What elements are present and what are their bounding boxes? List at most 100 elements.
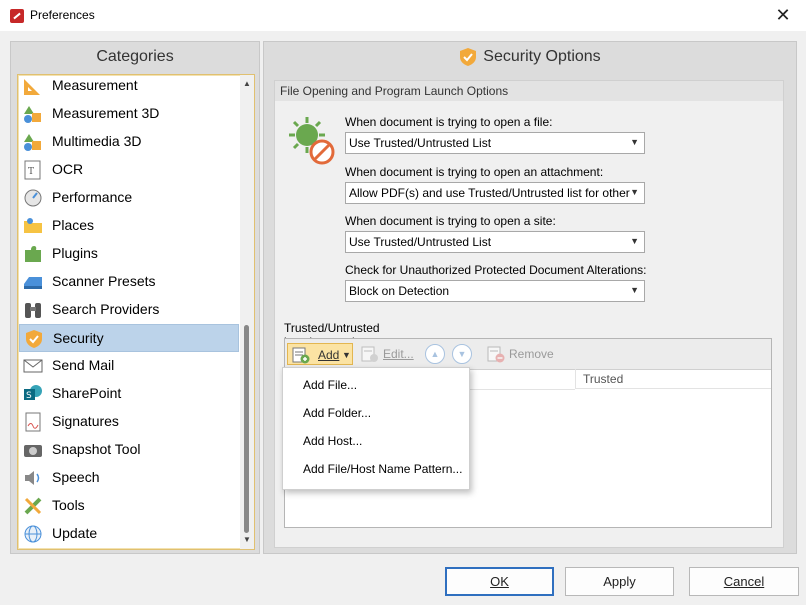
open-file-select[interactable]: Use Trusted/Untrusted List ▼ (345, 132, 645, 154)
ok-button[interactable]: OK (445, 567, 554, 596)
cancel-button[interactable]: Cancel (689, 567, 799, 596)
select-value: Allow PDF(s) and use Trusted/Untrusted l… (349, 186, 630, 200)
category-label: Update (52, 525, 98, 541)
menu-add-host[interactable]: Add Host... (303, 434, 362, 448)
category-label: Measurement 3D (52, 105, 160, 121)
scroll-thumb[interactable] (244, 325, 249, 533)
add-button[interactable]: Add ▼ (287, 343, 353, 365)
category-scanner-presets[interactable]: Scanner Presets (19, 268, 239, 296)
category-scrollbar[interactable]: ▲ ▼ (240, 75, 254, 549)
category-label: Send Mail (52, 357, 115, 373)
ok-label: OK (490, 574, 509, 589)
menu-add-folder[interactable]: Add Folder... (303, 406, 371, 420)
select-value: Block on Detection (349, 284, 450, 298)
category-label: Speech (52, 469, 100, 485)
remove-label: Remove (509, 347, 554, 361)
menu-add-file[interactable]: Add File... (303, 378, 357, 392)
category-tools[interactable]: Tools (19, 492, 239, 520)
category-measurement[interactable]: Measurement (19, 75, 239, 100)
select-value: Use Trusted/Untrusted List (349, 235, 492, 249)
column-separator (575, 369, 576, 389)
security-header: Security Options (264, 42, 796, 72)
category-measurement-3d[interactable]: Measurement 3D (19, 100, 239, 128)
open-site-select[interactable]: Use Trusted/Untrusted List ▼ (345, 231, 645, 253)
speaker-icon (25, 471, 40, 485)
category-multimedia-3d[interactable]: Multimedia 3D (19, 128, 239, 156)
puzzle-icon (25, 246, 41, 262)
security-title: Security Options (483, 48, 601, 65)
category-security[interactable]: Security (19, 324, 239, 352)
move-up-icon[interactable]: ▲ (425, 344, 445, 364)
svg-text:S: S (26, 391, 32, 401)
apply-label: Apply (603, 574, 636, 589)
category-label: Plugins (52, 245, 98, 261)
mail-icon (23, 359, 43, 373)
chevron-down-icon: ▼ (630, 285, 639, 295)
open-site-label: When document is trying to open a site: (345, 214, 556, 228)
category-places[interactable]: Places (19, 212, 239, 240)
signature-icon (25, 412, 41, 432)
chevron-down-icon: ▼ (630, 187, 639, 197)
gauge-icon (24, 189, 42, 207)
category-label: Performance (52, 189, 133, 205)
category-label: SharePoint (52, 385, 122, 401)
chevron-down-icon: ▼ (630, 137, 639, 147)
move-down-icon[interactable]: ▼ (452, 344, 472, 364)
alterations-label: Check for Unauthorized Protected Documen… (345, 263, 647, 277)
sharepoint-icon: S (24, 385, 42, 401)
category-label: Measurement (52, 77, 138, 93)
apply-button[interactable]: Apply (565, 567, 674, 596)
scanner-icon (24, 277, 42, 289)
scroll-up-icon[interactable]: ▲ (240, 77, 254, 91)
camera-icon (24, 445, 42, 457)
column-header-trusted[interactable]: Trusted (575, 369, 771, 389)
virus-block-icon (289, 117, 335, 165)
category-performance[interactable]: Performance (19, 184, 239, 212)
scroll-down-icon[interactable]: ▼ (240, 533, 254, 547)
open-attachment-label: When document is trying to open an attac… (345, 165, 604, 179)
remove-button[interactable]: Remove (483, 343, 563, 365)
category-label: Scanner Presets (52, 273, 156, 289)
app-icon (10, 9, 24, 23)
edit-button[interactable]: Edit... (357, 343, 419, 365)
category-sharepoint[interactable]: S SharePoint (19, 380, 239, 408)
open-file-label: When document is trying to open a file: (345, 115, 553, 129)
category-label: Multimedia 3D (52, 133, 142, 149)
open-attachment-select[interactable]: Allow PDF(s) and use Trusted/Untrusted l… (345, 182, 645, 204)
category-signatures[interactable]: Signatures (19, 408, 239, 436)
add-list-icon (292, 347, 310, 364)
category-speech[interactable]: Speech (19, 464, 239, 492)
shield-icon (26, 330, 42, 348)
menu-add-pattern[interactable]: Add File/Host Name Pattern... (303, 462, 462, 476)
ocr-icon: T (24, 160, 41, 180)
categories-header: Categories (96, 48, 174, 65)
multimedia-3d-icon (24, 134, 41, 151)
category-ocr[interactable]: T OCR (19, 156, 239, 184)
binoculars-icon (25, 303, 41, 318)
category-label: Tools (52, 497, 85, 513)
globe-icon (24, 525, 42, 543)
close-button[interactable]: ✕ (760, 0, 806, 31)
cancel-label: Cancel (723, 574, 765, 589)
category-plugins[interactable]: Plugins (19, 240, 239, 268)
window-title: Preferences (30, 8, 95, 22)
select-value: Use Trusted/Untrusted List (349, 136, 492, 150)
list-toolbar: Add ▼ Edit... ▲ ▼ Remove (285, 339, 771, 370)
category-send-mail[interactable]: Send Mail (19, 352, 239, 380)
remove-list-icon (487, 346, 505, 363)
category-snapshot-tool[interactable]: Snapshot Tool (19, 436, 239, 464)
category-list[interactable]: Measurement Measurement 3D Multimedia 3D… (17, 74, 255, 550)
chevron-down-icon: ▼ (630, 236, 639, 246)
category-search-providers[interactable]: Search Providers (19, 296, 239, 324)
svg-text:T: T (28, 167, 34, 177)
category-label: Signatures (52, 413, 119, 429)
alterations-select[interactable]: Block on Detection ▼ (345, 280, 645, 302)
title-bar: Preferences ✕ (0, 0, 806, 31)
edit-label: Edit... (383, 347, 414, 361)
shapes-3d-icon (24, 106, 41, 123)
category-update[interactable]: Update (19, 520, 239, 548)
add-menu: Add File... Add Folder... Add Host... Ad… (282, 367, 470, 490)
category-label: OCR (52, 161, 84, 177)
category-label: Places (52, 217, 95, 233)
edit-list-icon (361, 346, 378, 362)
